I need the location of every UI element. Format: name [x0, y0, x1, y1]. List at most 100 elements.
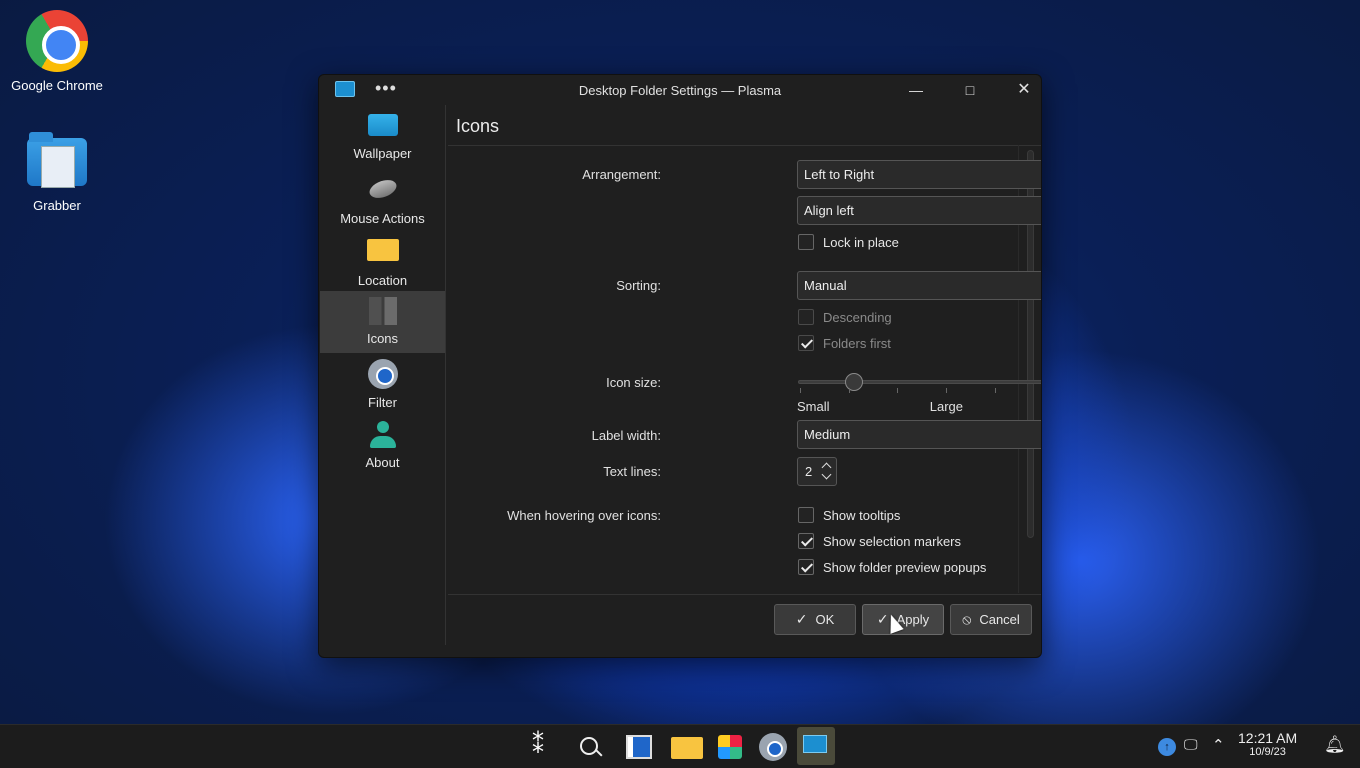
icon-size-max-label: Large	[929, 399, 963, 414]
folder-icon	[366, 239, 399, 261]
label-width-label: Label width:	[591, 428, 661, 443]
sorting-value: Manual	[804, 278, 847, 293]
descending-checkbox[interactable]: Descending	[798, 309, 892, 325]
slider-tick	[848, 388, 850, 393]
apply-button[interactable]: ✓ Apply	[862, 604, 944, 635]
wallpaper-icon	[367, 114, 398, 136]
checkbox-label: Lock in place	[823, 234, 899, 250]
cancel-button[interactable]: ⦸ Cancel	[950, 604, 1032, 635]
text-lines-label: Text lines:	[603, 464, 661, 479]
settings-icon[interactable]	[759, 733, 787, 761]
plasma-settings-icon[interactable]	[797, 727, 835, 765]
label-width-value: Medium	[804, 427, 851, 442]
launcher-icon[interactable]	[526, 731, 558, 763]
slider-tick	[800, 388, 801, 393]
desktop-icon-grabber[interactable]: Grabber	[7, 132, 107, 213]
arrangement-dropdown[interactable]: Left to Right	[797, 160, 1041, 189]
check-icon: ✓	[795, 611, 808, 627]
icon-size-slider[interactable]	[798, 380, 1041, 384]
show-folder-preview-checkbox[interactable]: Show folder preview popups	[798, 559, 986, 575]
grabber-folder-icon	[27, 132, 87, 188]
divider	[448, 145, 1041, 146]
text-lines-value: 2	[805, 464, 813, 479]
minimize-button[interactable]: —	[905, 79, 927, 101]
checkbox-label: Show selection markers	[823, 533, 961, 549]
ok-button[interactable]: ✓ OK	[774, 604, 856, 635]
checkbox-box	[798, 335, 814, 351]
cancel-icon: ⦸	[962, 611, 972, 627]
clock[interactable]: 12:21 AM 10/9/23	[1238, 731, 1297, 759]
maximize-button[interactable]: □	[959, 79, 981, 101]
settings-content: Icons Arrangement: Left to Right Align l…	[448, 105, 1041, 657]
checkbox-box	[798, 559, 814, 575]
sidebar-item-label: Location	[357, 273, 408, 288]
about-icon	[369, 421, 396, 449]
checkbox-label: Folders first	[823, 335, 891, 351]
arrangement-value: Left to Right	[804, 167, 875, 182]
sidebar-item-filter[interactable]: Filter	[320, 353, 445, 415]
show-selection-markers-checkbox[interactable]: Show selection markers	[798, 533, 961, 549]
sorting-dropdown[interactable]: Manual	[797, 271, 1041, 300]
slider-tick	[994, 388, 996, 393]
filter-icon	[367, 359, 398, 389]
display-icon[interactable]: 🖵	[1184, 736, 1198, 753]
taskbar: ↑ 🖵 ⌃ 12:21 AM 10/9/23 🔔︎	[0, 724, 1360, 768]
clock-time: 12:21 AM	[1238, 730, 1298, 746]
panel-icon[interactable]	[626, 735, 652, 759]
divider	[448, 594, 1041, 595]
ok-button-label: OK	[815, 612, 835, 627]
title-bar[interactable]: ••• Desktop Folder Settings — Plasma — □…	[319, 75, 1041, 105]
slider-tick	[897, 388, 899, 393]
checkbox-box	[798, 533, 814, 549]
settings-window: ••• Desktop Folder Settings — Plasma — □…	[318, 74, 1042, 658]
sidebar-item-label: Mouse Actions	[340, 211, 425, 226]
update-icon[interactable]: ↑	[1158, 738, 1176, 756]
file-manager-icon[interactable]	[671, 737, 703, 759]
desktop-icon-label: Grabber	[33, 198, 81, 213]
window-title: Desktop Folder Settings — Plasma	[578, 83, 782, 98]
alignment-dropdown[interactable]: Align left	[797, 196, 1041, 225]
sidebar-item-location[interactable]: Location	[320, 229, 445, 291]
desktop-icon-chrome[interactable]: Google Chrome	[7, 10, 107, 93]
sorting-label: Sorting:	[616, 278, 661, 293]
sidebar-item-icons[interactable]: Icons	[320, 291, 445, 353]
sidebar-item-mouse-actions[interactable]: Mouse Actions	[320, 167, 445, 229]
checkbox-label: Show folder preview popups	[823, 559, 987, 575]
settings-sidebar: Wallpaper Mouse Actions Location Icons F…	[320, 105, 446, 645]
checkbox-box	[798, 234, 814, 250]
slider-tick	[946, 388, 947, 393]
checkbox-box	[798, 507, 814, 523]
arrangement-label: Arrangement:	[582, 167, 661, 182]
icons-icon	[368, 297, 397, 325]
sidebar-item-about[interactable]: About	[320, 415, 445, 477]
close-button[interactable]: ✕	[1013, 79, 1035, 101]
folders-first-checkbox[interactable]: Folders first	[798, 335, 891, 351]
checkbox-label: Descending	[823, 309, 892, 325]
chevron-down-icon[interactable]	[821, 469, 832, 480]
chevron-up-icon[interactable]: ⌃	[1212, 736, 1225, 754]
notification-bell-icon[interactable]: 🔔︎	[1324, 735, 1346, 755]
cancel-button-label: Cancel	[979, 612, 1020, 627]
store-icon[interactable]	[718, 735, 742, 759]
desktop-icon-label: Google Chrome	[11, 78, 103, 93]
search-icon[interactable]	[574, 731, 606, 763]
clock-date: 10/9/23	[1249, 746, 1286, 758]
label-width-dropdown[interactable]: Medium	[797, 420, 1041, 449]
lock-in-place-checkbox[interactable]: Lock in place	[798, 234, 899, 250]
sidebar-item-label: Wallpaper	[353, 146, 412, 161]
show-tooltips-checkbox[interactable]: Show tooltips	[798, 507, 900, 523]
icon-size-label: Icon size:	[606, 375, 661, 390]
sidebar-item-label: About	[365, 455, 400, 470]
alignment-value: Align left	[804, 203, 854, 218]
mouse-icon	[366, 176, 399, 202]
sidebar-item-label: Filter	[368, 395, 397, 410]
hover-label: When hovering over icons:	[507, 508, 661, 523]
page-title: Icons	[456, 116, 500, 136]
checkbox-box	[798, 309, 814, 325]
sidebar-item-label: Icons	[366, 331, 399, 346]
chrome-icon	[26, 10, 88, 72]
sidebar-item-wallpaper[interactable]: Wallpaper	[320, 105, 445, 167]
icon-size-min-label: Small	[797, 399, 830, 414]
checkbox-label: Show tooltips	[823, 507, 901, 523]
text-lines-spinbox[interactable]: 2	[797, 457, 837, 486]
